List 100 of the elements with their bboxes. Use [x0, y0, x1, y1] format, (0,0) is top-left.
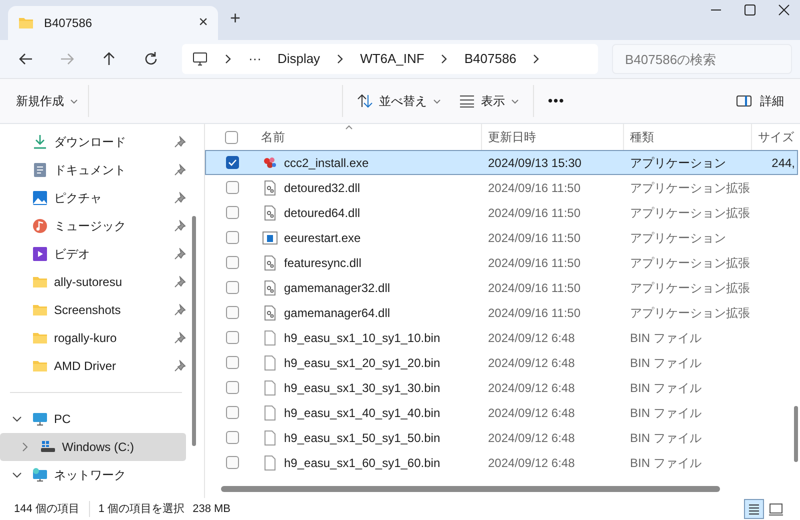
close-icon	[778, 4, 790, 16]
document-icon	[32, 162, 48, 178]
folder-icon	[32, 302, 48, 318]
maximize-icon	[744, 4, 756, 16]
tree-item[interactable]: PC	[0, 405, 186, 433]
gear-file-icon	[262, 204, 278, 220]
sidebar-item[interactable]: ミュージック	[0, 212, 204, 240]
file-row[interactable]: h9_easu_sx1_40_sy1_40.bin 2024/09/12 6:48 BIN ファイル	[205, 400, 798, 425]
table-cell-text: BIN ファイル	[629, 404, 702, 422]
table-cell-text: アプリケーション拡張	[629, 304, 751, 322]
view-button[interactable]: 表示	[459, 85, 534, 117]
scrollbar-thumb[interactable]	[192, 216, 196, 446]
new-tab-button[interactable]: +	[230, 5, 241, 32]
sidebar-item[interactable]: rogally-kuro	[0, 324, 204, 352]
file-icon	[262, 454, 278, 470]
table-cell-text: 2024/09/12 6:48	[487, 354, 576, 372]
folder-icon	[32, 274, 48, 290]
breadcrumb-item[interactable]: B407586	[464, 49, 516, 69]
file-name: eeurestart.exe	[284, 230, 361, 246]
music-icon	[32, 218, 48, 234]
panel-icon	[736, 94, 752, 108]
table-cell-text: BIN ファイル	[629, 454, 702, 472]
selection-count: 1 個の項目を選択	[98, 502, 185, 517]
tiles-view-icon	[768, 501, 784, 517]
sort-button[interactable]: 並べ替え	[357, 92, 441, 110]
table-cell-text: アプリケーション拡張	[629, 280, 751, 296]
sidebar-item[interactable]: ビデオ	[0, 240, 204, 268]
sidebar-item[interactable]: ピクチャ	[0, 184, 204, 212]
file-row[interactable]: h9_easu_sx1_50_sy1_50.bin 2024/09/12 6:48 BIN ファイル	[205, 425, 798, 450]
lines-icon	[459, 94, 475, 108]
file-row[interactable]: detoured32.dll 2024/09/16 11:50 アプリケーション拡張	[205, 175, 798, 200]
sidebar-item[interactable]: ドキュメント	[0, 156, 204, 184]
browser-tab[interactable]: B407586 ×	[8, 6, 218, 40]
sidebar-item[interactable]: Screenshots	[0, 296, 204, 324]
table-cell-text: アプリケーション拡張	[629, 180, 751, 196]
checkbox-icon	[226, 431, 239, 444]
file-row[interactable]: gamemanager64.dll 2024/09/16 11:50 アプリケーション拡張	[205, 300, 798, 325]
file-name: detoured32.dll	[284, 180, 360, 196]
file-icon	[262, 430, 278, 446]
checkbox-icon	[226, 356, 239, 369]
checkbox-icon	[226, 256, 239, 269]
file-row[interactable]: ccc2_install.exe 2024/09/13 15:30 アプリケーション 244,	[205, 150, 798, 175]
column-header[interactable]: 名前	[255, 124, 481, 150]
file-row[interactable]: h9_easu_sx1_10_sy1_10.bin 2024/09/12 6:48 BIN ファイル	[205, 325, 798, 350]
table-cell-text: 2024/09/13 15:30	[487, 154, 582, 172]
close-tab-button[interactable]: ×	[198, 11, 208, 35]
details-pane-button[interactable]: 詳細	[736, 92, 784, 110]
file-icon	[262, 330, 278, 346]
table-cell-text: BIN ファイル	[629, 330, 702, 346]
file-name: h9_easu_sx1_20_sy1_20.bin	[284, 354, 440, 372]
file-row[interactable]: h9_easu_sx1_30_sy1_30.bin 2024/09/12 6:48 BIN ファイル	[205, 375, 798, 400]
file-icon	[262, 380, 278, 396]
file-row[interactable]: h9_easu_sx1_20_sy1_20.bin 2024/09/12 6:48 BIN ファイル	[205, 350, 798, 375]
file-icon	[262, 404, 278, 420]
table-cell-text: 2024/09/16 11:50	[487, 304, 582, 322]
chevron-icon	[532, 54, 540, 64]
file-row[interactable]: detoured64.dll 2024/09/16 11:50 アプリケーション拡張	[205, 200, 798, 225]
table-cell-text: アプリケーション拡張	[629, 204, 751, 222]
file-row[interactable]: featuresync.dll 2024/09/16 11:50 アプリケーション拡張	[205, 250, 798, 275]
checkbox-icon	[225, 130, 238, 144]
breadcrumb-item[interactable]: Display	[277, 49, 320, 69]
file-row[interactable]: gamemanager32.dll 2024/09/16 11:50 アプリケーション拡張	[205, 275, 798, 300]
file-name: h9_easu_sx1_40_sy1_40.bin	[284, 404, 440, 422]
more-button[interactable]: •••	[548, 91, 565, 111]
checkbox-icon	[226, 156, 239, 169]
file-name: featuresync.dll	[284, 254, 362, 272]
network-icon	[32, 467, 48, 483]
file-name: h9_easu_sx1_60_sy1_60.bin	[284, 454, 440, 472]
sidebar-item[interactable]: ダウンロード	[0, 128, 204, 156]
view-toggle-button[interactable]	[744, 499, 764, 519]
gear-file-icon	[262, 304, 278, 320]
chevron-icon	[224, 54, 232, 64]
breadcrumb-item[interactable]: WT6A_INF	[360, 49, 424, 69]
file-name: h9_easu_sx1_10_sy1_10.bin	[284, 330, 440, 346]
chevron-icon	[20, 442, 30, 452]
table-cell-text: アプリケーション拡張	[629, 254, 751, 272]
file-name: h9_easu_sx1_30_sy1_30.bin	[284, 380, 440, 396]
file-name: h9_easu_sx1_50_sy1_50.bin	[284, 430, 440, 446]
scrollbar-thumb[interactable]	[794, 406, 798, 462]
file-icon	[262, 354, 278, 370]
drive-icon	[40, 439, 56, 455]
scrollbar-thumb[interactable]	[221, 486, 720, 492]
breadcrumb-more[interactable]: ···	[248, 49, 262, 69]
new-button[interactable]: 新規作成	[10, 85, 89, 117]
caret-icon	[433, 98, 441, 104]
tree-item[interactable]: ネットワーク	[0, 461, 186, 489]
file-name: detoured64.dll	[284, 204, 360, 222]
download-icon	[32, 134, 48, 150]
file-row[interactable]: eeurestart.exe 2024/09/16 11:50 アプリケーション	[205, 225, 798, 250]
item-count: 144 個の項目	[14, 500, 90, 518]
address-bar[interactable]: ··· Display WT6A_INF B407586	[182, 44, 598, 74]
sidebar-item[interactable]: ally-sutoresu	[0, 268, 204, 296]
file-row[interactable]: h9_easu_sx1_60_sy1_60.bin 2024/09/12 6:48 BIN ファイル	[205, 450, 798, 475]
gear-file-icon	[262, 180, 278, 196]
tree-item[interactable]: Windows (C:)	[0, 433, 186, 461]
monitor-icon	[192, 51, 208, 67]
sort-caret-icon	[345, 125, 353, 130]
sidebar-item[interactable]: AMD Driver	[0, 352, 204, 380]
table-cell-text: 2024/09/12 6:48	[487, 380, 576, 396]
search-field[interactable]: B407586の検索	[612, 44, 792, 74]
